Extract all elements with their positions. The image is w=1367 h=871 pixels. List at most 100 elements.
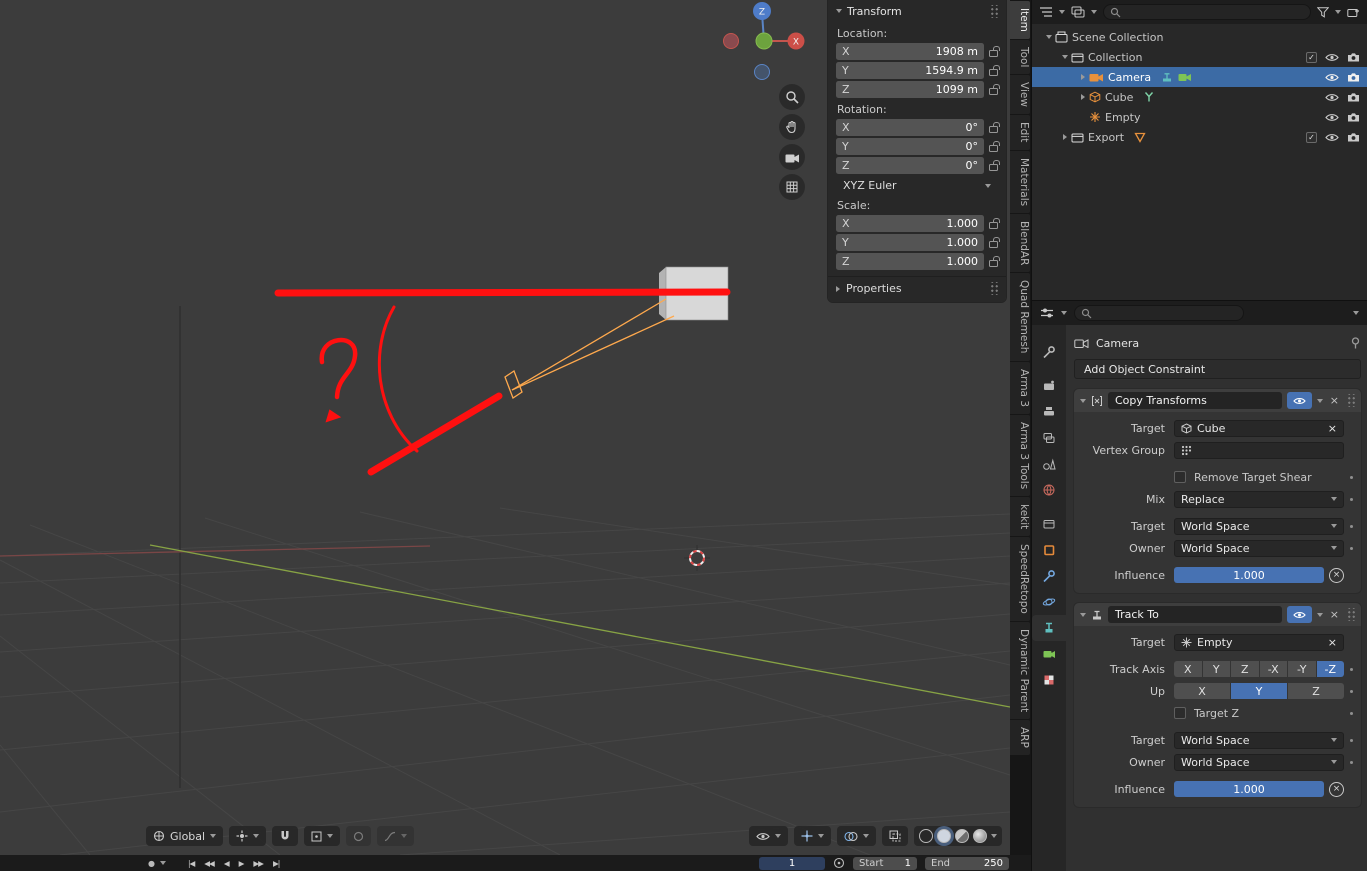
properties-editor-type-icon[interactable]: [1040, 307, 1054, 319]
animate-dot[interactable]: [1350, 546, 1353, 550]
transform-panel-header[interactable]: Transform: [828, 0, 1006, 22]
target-space-dropdown[interactable]: World Space: [1174, 731, 1344, 749]
up-axis-z[interactable]: Z: [1288, 683, 1344, 699]
chevron-down-icon[interactable]: [1045, 35, 1052, 39]
constraint-enable-toggle[interactable]: [1286, 392, 1312, 409]
remove-target-shear-checkbox[interactable]: [1174, 471, 1186, 483]
clear-target-icon[interactable]: ×: [1328, 422, 1337, 435]
track-axis-neg-x[interactable]: -X: [1259, 661, 1287, 677]
transform-pivot-dropdown[interactable]: [229, 826, 267, 846]
breadcrumb-object-name[interactable]: Camera: [1096, 337, 1139, 350]
snap-settings-dropdown[interactable]: [304, 826, 341, 846]
up-axis-x[interactable]: X: [1174, 683, 1230, 699]
lock-icon[interactable]: [989, 84, 1000, 95]
animate-dot[interactable]: [1350, 497, 1353, 501]
tab-render-properties[interactable]: [1032, 373, 1066, 399]
lock-icon[interactable]: [989, 122, 1000, 133]
chevron-down-icon[interactable]: [1091, 10, 1097, 14]
chevron-down-icon[interactable]: [159, 861, 166, 865]
constraint-header[interactable]: Track To ×: [1074, 603, 1361, 626]
tab-edit[interactable]: Edit: [1010, 115, 1030, 150]
tab-texture-properties[interactable]: [1032, 667, 1066, 693]
collection-checkbox[interactable]: ✓: [1306, 131, 1317, 143]
proportional-editing-toggle[interactable]: [346, 826, 372, 846]
chevron-right-icon[interactable]: [1080, 94, 1085, 100]
shading-rendered-button[interactable]: [973, 829, 987, 843]
animate-dot[interactable]: [1350, 524, 1353, 528]
eye-icon[interactable]: [1325, 73, 1339, 82]
constraint-extras-dropdown[interactable]: [1316, 398, 1323, 403]
panel-grip-icon[interactable]: [989, 282, 998, 295]
rotation-z-field[interactable]: Z 0°: [836, 157, 984, 174]
tab-materials[interactable]: Materials: [1010, 150, 1030, 213]
outliner-row-export[interactable]: Export ✓: [1032, 127, 1367, 147]
tab-dynamic-parent[interactable]: Dynamic Parent: [1010, 621, 1030, 720]
chevron-down-icon[interactable]: [1335, 10, 1341, 14]
tab-item[interactable]: Item: [1010, 1, 1030, 39]
constraint-drag-grip[interactable]: [1346, 608, 1355, 621]
influence-slider[interactable]: 1.000: [1174, 567, 1324, 583]
location-z-field[interactable]: Z 1099 m: [836, 81, 984, 98]
play-button[interactable]: ▶: [235, 858, 248, 869]
tab-output-properties[interactable]: [1032, 399, 1066, 425]
tab-speedretopo[interactable]: SpeedRetopo: [1010, 537, 1030, 621]
xray-toggle-button[interactable]: [882, 826, 908, 846]
properties-section-header[interactable]: Properties: [828, 276, 1006, 300]
constraint-close-button[interactable]: ×: [1328, 608, 1341, 621]
rotation-x-field[interactable]: X 0°: [836, 119, 984, 136]
animate-dot[interactable]: [1350, 738, 1353, 742]
chevron-down-icon[interactable]: [1061, 55, 1068, 59]
play-reverse-button[interactable]: ◀: [220, 858, 233, 869]
render-visibility-camera-icon[interactable]: [1347, 52, 1360, 62]
chevron-right-icon[interactable]: [1062, 134, 1067, 140]
scale-x-field[interactable]: X 1.000: [836, 215, 984, 232]
chevron-right-icon[interactable]: [1080, 74, 1085, 80]
target-space-dropdown[interactable]: World Space: [1174, 517, 1344, 535]
eye-icon[interactable]: [1325, 133, 1339, 142]
chevron-down-icon[interactable]: [1061, 311, 1067, 315]
constraint-name-field[interactable]: Track To: [1108, 606, 1282, 623]
track-axis-y[interactable]: Y: [1202, 661, 1230, 677]
tab-object-data-properties[interactable]: [1032, 641, 1066, 667]
tab-constraint-properties[interactable]: [1032, 615, 1066, 641]
influence-slider[interactable]: 1.000: [1174, 781, 1324, 797]
render-visibility-camera-icon[interactable]: [1347, 112, 1360, 122]
render-visibility-camera-icon[interactable]: [1347, 72, 1360, 82]
constraint-header[interactable]: Copy Transforms ×: [1074, 389, 1361, 412]
track-axis-neg-y[interactable]: -Y: [1288, 661, 1316, 677]
shading-material-button[interactable]: [955, 829, 969, 843]
outliner-row-empty[interactable]: Empty: [1032, 107, 1367, 127]
animate-dot[interactable]: [1350, 711, 1353, 715]
render-visibility-camera-icon[interactable]: [1347, 92, 1360, 102]
auto-key-record-icon[interactable]: ●: [148, 859, 155, 868]
navigation-gizmo[interactable]: Z X: [720, 0, 808, 88]
tab-modifier-properties[interactable]: [1032, 563, 1066, 589]
filter-icon[interactable]: [1317, 6, 1329, 18]
render-visibility-camera-icon[interactable]: [1347, 132, 1360, 142]
gizmos-dropdown[interactable]: [794, 826, 831, 846]
location-x-field[interactable]: X 1908 m: [836, 43, 984, 60]
lock-icon[interactable]: [989, 237, 1000, 248]
outliner-row-cube[interactable]: Cube: [1032, 87, 1367, 107]
camera-object[interactable]: [504, 298, 675, 399]
tab-blendar[interactable]: BlendAR: [1010, 213, 1030, 273]
clear-target-icon[interactable]: ×: [1328, 636, 1337, 649]
outliner-row-collection[interactable]: Collection ✓: [1032, 47, 1367, 67]
animate-dot[interactable]: [1350, 689, 1353, 693]
location-y-field[interactable]: Y 1594.9 m: [836, 62, 984, 79]
outliner-search-input[interactable]: [1103, 4, 1311, 20]
copy-transforms-target-field[interactable]: Cube ×: [1174, 419, 1344, 437]
lock-icon[interactable]: [989, 218, 1000, 229]
decorator-override-icon[interactable]: ×: [1329, 567, 1344, 583]
zoom-tool-button[interactable]: [779, 84, 805, 110]
tab-world-properties[interactable]: [1032, 477, 1066, 503]
eye-icon[interactable]: [1325, 53, 1339, 62]
eye-icon[interactable]: [1325, 113, 1339, 122]
tab-view[interactable]: View: [1010, 75, 1030, 115]
collection-checkbox[interactable]: ✓: [1306, 51, 1317, 63]
owner-space-dropdown[interactable]: World Space: [1174, 539, 1344, 557]
outliner-row-scene-collection[interactable]: Scene Collection: [1032, 27, 1367, 47]
frame-end-field[interactable]: End 250: [925, 856, 1009, 870]
tab-scene-properties[interactable]: [1032, 451, 1066, 477]
chevron-down-icon[interactable]: [1059, 10, 1065, 14]
